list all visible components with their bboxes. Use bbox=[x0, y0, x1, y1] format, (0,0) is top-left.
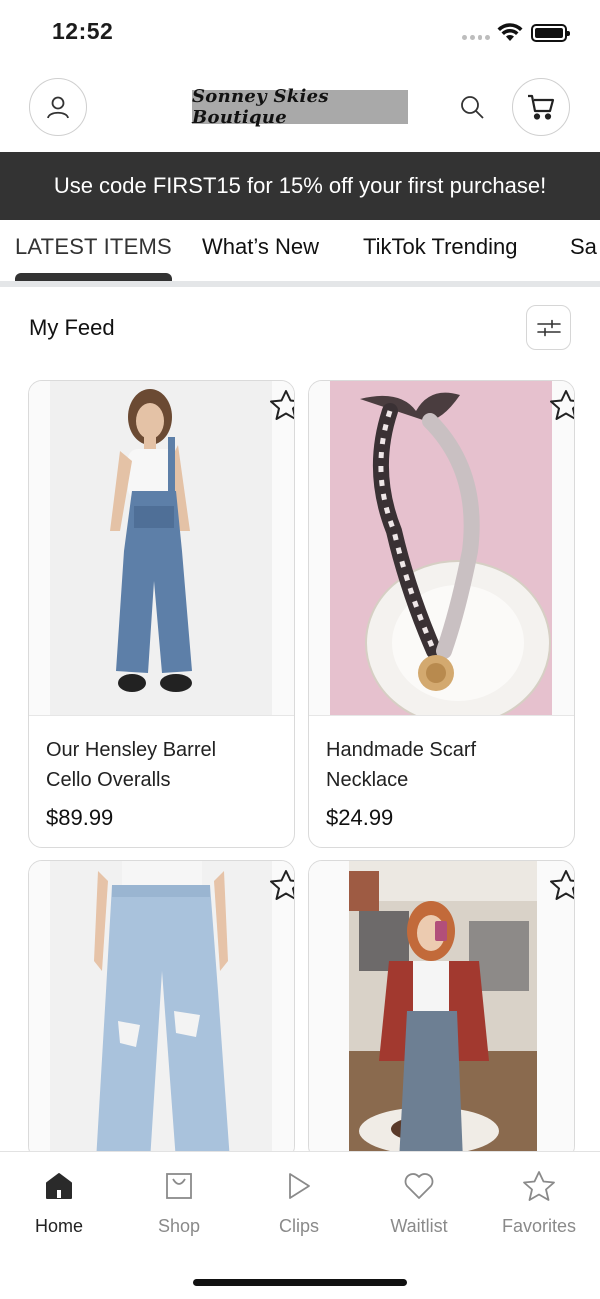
product-card[interactable] bbox=[28, 860, 295, 1160]
nav-clips[interactable]: Clips bbox=[249, 1166, 349, 1237]
tab-whats-new[interactable]: What’s New bbox=[202, 234, 319, 260]
nav-shop[interactable]: Shop bbox=[129, 1166, 229, 1237]
battery-icon bbox=[531, 24, 570, 42]
status-bar: 12:52 bbox=[0, 0, 600, 66]
card-divider bbox=[29, 715, 294, 716]
star-icon bbox=[270, 390, 294, 420]
star-icon bbox=[270, 870, 294, 900]
nav-home-label: Home bbox=[34, 1216, 83, 1236]
active-tab-indicator bbox=[15, 273, 172, 281]
favorite-button[interactable] bbox=[528, 869, 574, 907]
home-indicator bbox=[193, 1279, 407, 1286]
product-price: $24.99 bbox=[326, 805, 394, 830]
account-button[interactable] bbox=[29, 78, 87, 136]
nav-home[interactable]: Home bbox=[9, 1166, 109, 1237]
filter-button[interactable] bbox=[526, 305, 571, 350]
promo-banner[interactable]: Use code FIRST15 for 15% off your first … bbox=[0, 152, 600, 220]
promo-text: Use code FIRST15 for 15% off your first … bbox=[53, 173, 547, 198]
product-image[interactable] bbox=[29, 861, 294, 1159]
nav-favorites-label: Favorites bbox=[501, 1216, 577, 1236]
favorite-button[interactable] bbox=[528, 389, 574, 427]
cellular-signal-icon bbox=[462, 35, 490, 41]
card-divider bbox=[309, 715, 574, 716]
star-icon bbox=[550, 870, 574, 900]
app-header: Sonney Skies Boutique bbox=[0, 66, 600, 152]
wifi-icon bbox=[497, 23, 523, 41]
heart-icon bbox=[404, 1173, 434, 1199]
tab-sale[interactable]: Sa bbox=[570, 234, 597, 260]
product-price: $89.99 bbox=[46, 805, 114, 830]
product-name: Handmade Scarf Necklace bbox=[326, 739, 477, 791]
home-icon bbox=[46, 1173, 72, 1199]
cart-icon bbox=[528, 94, 555, 120]
feed-title: My Feed bbox=[29, 315, 115, 340]
store-selfie-photo bbox=[349, 861, 537, 1159]
nav-waitlist[interactable]: Waitlist bbox=[369, 1166, 469, 1237]
product-name: Our Hensley Barrel Cello Overalls bbox=[46, 739, 217, 791]
store-logo[interactable]: Sonney Skies Boutique bbox=[192, 86, 408, 128]
tab-latest-items[interactable]: LATEST ITEMS bbox=[15, 234, 172, 260]
scarf-necklace-photo bbox=[330, 381, 552, 715]
cart-button[interactable] bbox=[512, 78, 570, 136]
play-icon bbox=[289, 1173, 310, 1199]
product-card[interactable] bbox=[308, 860, 575, 1160]
sliders-icon bbox=[536, 319, 561, 336]
shopping-bag-icon bbox=[166, 1173, 192, 1199]
product-card[interactable]: Our Hensley Barrel Cello Overalls $89.99 bbox=[28, 380, 295, 848]
product-image[interactable] bbox=[309, 861, 574, 1159]
nav-clips-label: Clips bbox=[278, 1216, 319, 1236]
star-icon bbox=[550, 390, 574, 420]
tab-tiktok-trending[interactable]: TikTok Trending bbox=[363, 234, 517, 260]
bottom-navigation: Home Shop Clips Waitlist Favorites bbox=[0, 1151, 600, 1299]
category-tabs: LATEST ITEMS What’s New TikTok Trending … bbox=[0, 220, 600, 286]
favorite-button[interactable] bbox=[248, 869, 294, 907]
product-image[interactable] bbox=[29, 381, 294, 715]
star-icon bbox=[523, 1171, 555, 1201]
ripped-jeans-photo bbox=[50, 861, 272, 1159]
nav-waitlist-label: Waitlist bbox=[390, 1216, 448, 1236]
product-image[interactable] bbox=[309, 381, 574, 715]
search-icon bbox=[461, 96, 484, 119]
nav-favorites[interactable]: Favorites bbox=[489, 1166, 589, 1237]
overalls-photo bbox=[50, 381, 272, 715]
favorite-button[interactable] bbox=[248, 389, 294, 427]
search-button[interactable] bbox=[457, 92, 487, 122]
tabs-divider bbox=[0, 281, 600, 287]
status-time: 12:52 bbox=[52, 18, 114, 44]
product-card[interactable]: Handmade Scarf Necklace $24.99 bbox=[308, 380, 575, 848]
user-icon bbox=[47, 96, 69, 119]
nav-shop-label: Shop bbox=[157, 1216, 201, 1236]
